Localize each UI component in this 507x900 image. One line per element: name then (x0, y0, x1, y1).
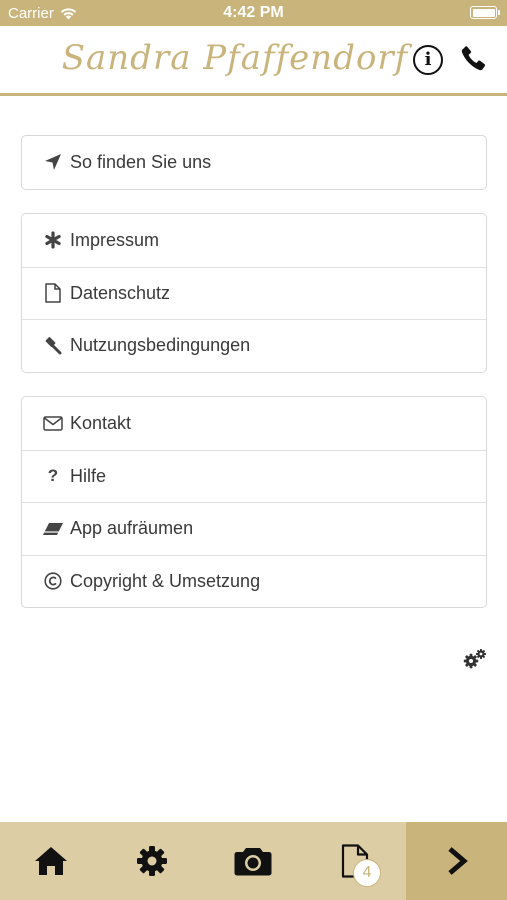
menu-item-copyright[interactable]: Copyright & Umsetzung (22, 554, 486, 608)
gavel-icon (42, 335, 64, 357)
menu-group-legal: Impressum Datenschutz Nutzungsbedingunge… (21, 213, 487, 373)
envelope-icon (42, 412, 64, 434)
document-icon (42, 282, 64, 304)
info-icon[interactable]: i (413, 45, 443, 75)
status-time: 4:42 PM (223, 4, 284, 21)
phone-icon[interactable] (459, 44, 489, 74)
menu-item-app-aufraeumen[interactable]: App aufräumen (22, 502, 486, 555)
menu-item-label: Impressum (70, 229, 160, 250)
battery-icon (470, 6, 500, 19)
asterisk-icon (42, 229, 64, 251)
chevron-right-icon (447, 847, 468, 875)
camera-icon (234, 848, 272, 876)
menu-group-location: So finden Sie uns (21, 135, 487, 190)
menu-item-label: Nutzungsbedingungen (70, 335, 251, 356)
tab-documents[interactable] (304, 822, 406, 900)
eraser-icon (42, 518, 64, 540)
copyright-icon (42, 570, 64, 592)
tab-settings[interactable] (101, 822, 202, 900)
menu-item-label: App aufräumen (70, 518, 194, 539)
menu-item-label: Hilfe (70, 465, 107, 486)
app-header: Sandra Pfaffendorf i (0, 26, 507, 96)
menu-item-impressum[interactable]: Impressum (22, 214, 486, 267)
gears-icon[interactable] (463, 648, 487, 670)
location-arrow-icon (42, 151, 64, 173)
menu-item-label: Kontakt (70, 412, 132, 433)
menu-item-so-finden-sie-uns[interactable]: So finden Sie uns (22, 136, 486, 189)
menu-item-label: Copyright & Umsetzung (70, 570, 261, 591)
menu-item-label: So finden Sie uns (70, 151, 212, 172)
tab-next[interactable] (406, 822, 507, 900)
menu-item-label: Datenschutz (70, 282, 171, 303)
gear-icon (136, 846, 167, 876)
home-icon (34, 847, 67, 875)
documents-badge: 4 (353, 859, 381, 887)
brand-title: Sandra Pfaffendorf (61, 38, 409, 78)
menu-item-nutzungsbedingungen[interactable]: Nutzungsbedingungen (22, 319, 486, 372)
question-icon: ? (47, 466, 59, 486)
menu-group-support: Kontakt ? Hilfe App aufräumen Copyright … (21, 396, 487, 608)
menu-item-datenschutz[interactable]: Datenschutz (22, 266, 486, 320)
menu-item-hilfe[interactable]: ? Hilfe (22, 449, 486, 503)
menu-item-kontakt[interactable]: Kontakt (22, 397, 486, 450)
tab-bar: 4 (0, 822, 507, 900)
tab-home[interactable] (0, 822, 101, 900)
status-bar: Carrier 4:42 PM (0, 0, 507, 26)
tab-camera[interactable] (202, 822, 304, 900)
